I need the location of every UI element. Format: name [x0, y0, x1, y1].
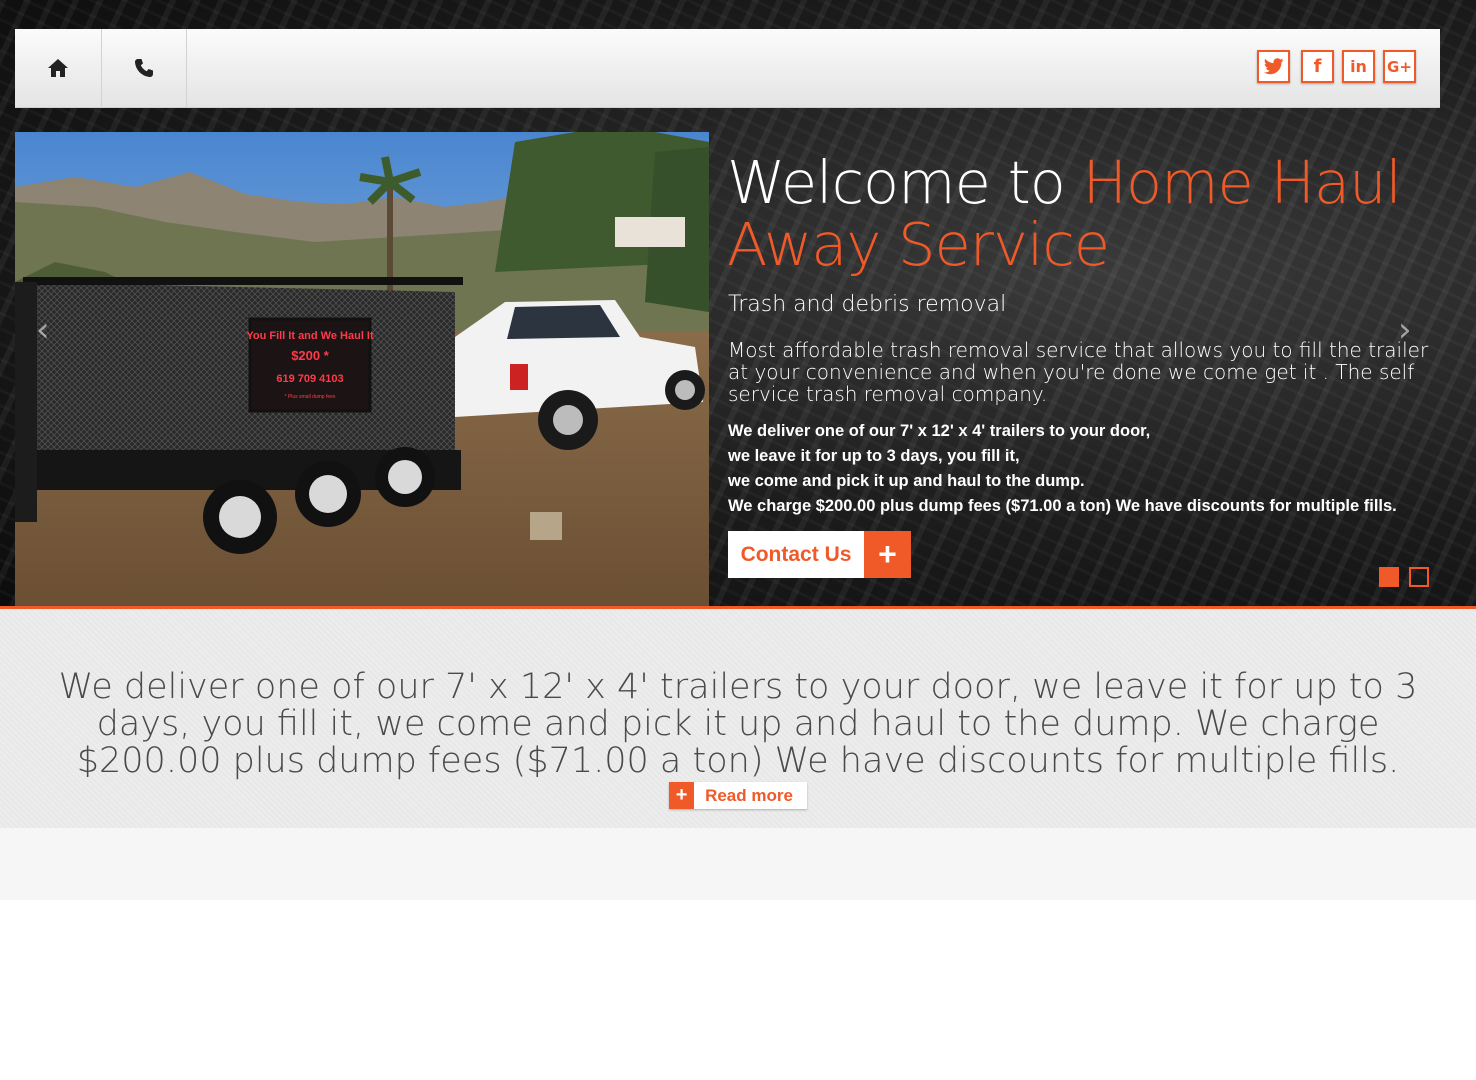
- linkedin-button[interactable]: in: [1342, 50, 1375, 83]
- facebook-icon: f: [1313, 56, 1322, 77]
- contact-us-label: Contact Us: [740, 542, 852, 566]
- phone-button[interactable]: [102, 29, 187, 107]
- sign-line-3: 619 709 4103: [276, 373, 343, 385]
- slider-dot-1[interactable]: [1379, 567, 1399, 587]
- slide-details: We deliver one of our 7' x 12' x 4' trai…: [728, 419, 1448, 519]
- sign-line-2: $200 *: [291, 348, 330, 363]
- home-button[interactable]: [15, 29, 102, 107]
- slide-photo: You Fill It and We Haul It $200 * 619 70…: [15, 132, 709, 607]
- slide-lead-text: Most affordable trash removal service th…: [728, 338, 1429, 406]
- plus-icon: +: [669, 781, 695, 809]
- sign-line-4: * Plus small dump fees: [285, 394, 336, 400]
- slider-dot-2[interactable]: [1409, 567, 1429, 587]
- phone-icon: [135, 59, 153, 77]
- detail-line: we come and pick it up and haul to the d…: [728, 472, 1085, 490]
- google-plus-button[interactable]: G+: [1383, 50, 1416, 83]
- lower-band: [0, 828, 1476, 900]
- top-navbar: f in G+: [15, 29, 1440, 108]
- contact-us-button[interactable]: Contact Us +: [728, 531, 911, 578]
- read-more-button[interactable]: + Read more: [669, 781, 807, 809]
- google-plus-icon: G+: [1387, 57, 1412, 76]
- linkedin-icon: in: [1350, 57, 1367, 76]
- sign-line-1: You Fill It and We Haul It: [246, 330, 374, 342]
- facebook-button[interactable]: f: [1301, 50, 1334, 83]
- detail-line: We deliver one of our 7' x 12' x 4' trai…: [728, 422, 1151, 440]
- heading-white: Welcome to: [727, 148, 1083, 217]
- detail-line: we leave it for up to 3 days, you fill i…: [728, 447, 1020, 465]
- twitter-button[interactable]: [1257, 50, 1290, 83]
- slide-subtitle: Trash and debris removal: [728, 292, 1007, 317]
- detail-line: We charge $200.00 plus dump fees ($71.00…: [728, 497, 1397, 515]
- slider-prev-arrow[interactable]: ‹: [36, 310, 50, 350]
- slide-heading: Welcome to Home Haul Away Service: [727, 152, 1447, 276]
- plus-icon: +: [864, 531, 911, 578]
- read-more-label: Read more: [705, 785, 793, 805]
- twitter-icon: [1263, 58, 1283, 75]
- intro-text-block: We deliver one of our 7' x 12' x 4' trai…: [20, 669, 1456, 817]
- home-icon: [48, 59, 68, 77]
- intro-text: We deliver one of our 7' x 12' x 4' trai…: [58, 667, 1418, 781]
- trailer-truck-photo: You Fill It and We Haul It $200 * 619 70…: [15, 132, 709, 607]
